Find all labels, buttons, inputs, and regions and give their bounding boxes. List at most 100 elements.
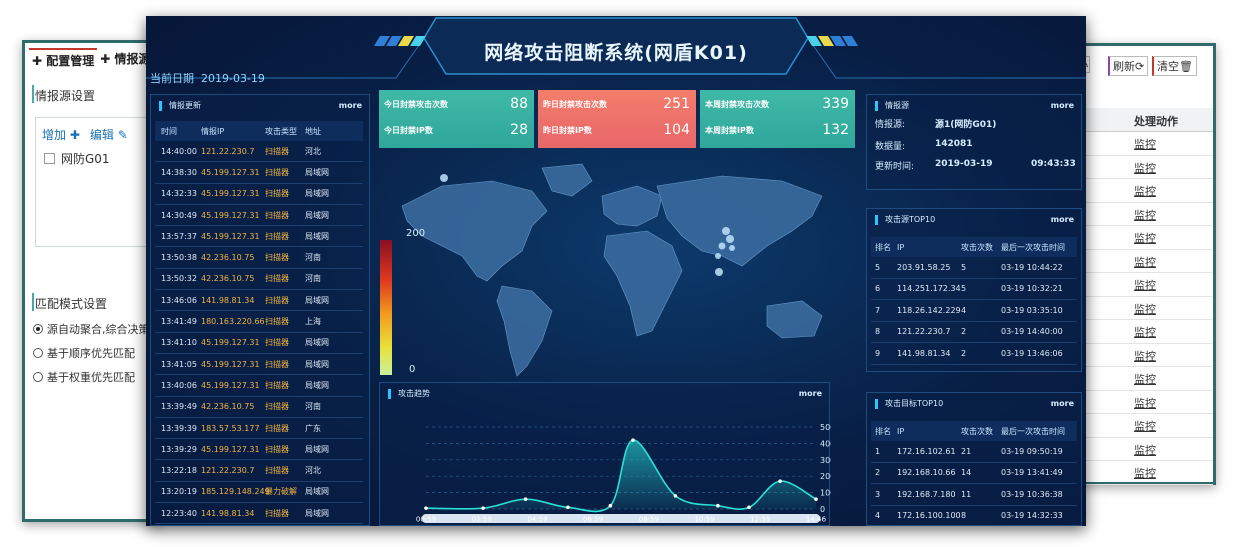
table-cell: 局域网 <box>305 338 329 348</box>
trend-panel: 攻击趋势 more 010020030040050000:5902:5904:5… <box>379 382 831 526</box>
radio-auto-aggregate[interactable]: 源自动聚合,综合决策 <box>33 321 150 337</box>
table-cell: 局域网 <box>305 487 329 497</box>
table-row: 13:39:49 42.236.10.75 扫描器 河南 <box>155 397 363 418</box>
table-row: 监控 <box>1078 132 1213 156</box>
table-cell: 118.26.142.229 <box>897 305 961 315</box>
more-link[interactable]: more <box>1051 101 1074 110</box>
stat-value: 28 <box>510 122 528 138</box>
table-cell: 45.199.127.31 <box>201 444 260 454</box>
table-cell: 203.91.58.25 <box>897 262 951 272</box>
table-cell: 14:40:00 <box>161 146 197 156</box>
table-cell: 6 <box>875 284 881 294</box>
monitor-link[interactable]: 监控 <box>1134 467 1156 480</box>
radio-icon <box>33 372 43 382</box>
radio-label: 源自动聚合,综合决策 <box>47 323 150 336</box>
monitor-link[interactable]: 监控 <box>1134 256 1156 269</box>
radio-weight[interactable]: 基于权重优先匹配 <box>33 369 135 385</box>
table-cell: 扫描器 <box>265 380 289 390</box>
table-cell: 14:32:33 <box>161 189 197 199</box>
refresh-button[interactable]: 刷新⟳ <box>1108 56 1149 76</box>
table-cell: 13:20:19 <box>161 487 197 497</box>
more-link[interactable]: more <box>1051 215 1074 224</box>
table-cell: 141.98.81.34 <box>897 348 951 358</box>
clear-button[interactable]: 清空🗑 <box>1152 56 1197 76</box>
table-cell: 180.163.220.66 <box>201 317 265 327</box>
monitor-link[interactable]: 监控 <box>1134 420 1156 433</box>
table-cell: 13:39:29 <box>161 444 197 454</box>
table-cell: 扫描器 <box>265 295 289 305</box>
table-cell: 03-19 14:32:33 <box>1001 511 1063 521</box>
table-cell: 扫描器 <box>265 231 289 241</box>
monitor-link[interactable]: 监控 <box>1134 138 1156 151</box>
stat-label: 本周封禁攻击次数 <box>705 99 769 109</box>
table-row: 14:38:30 45.199.127.31 扫描器 局域网 <box>155 162 363 184</box>
count-label: 数据量: <box>875 142 906 152</box>
stat-card: 本周封禁攻击次数 339 本周封禁IP数 132 <box>700 90 855 148</box>
monitor-link[interactable]: 监控 <box>1134 209 1156 222</box>
radio-sequence[interactable]: 基于顺序优先匹配 <box>33 345 135 361</box>
africa <box>603 230 683 337</box>
attack-source-top10-panel: 攻击源TOP10 more 排名 IP 攻击次数 最后一次攻击时间 5 203.91.58… <box>866 208 1082 372</box>
monitor-link[interactable]: 监控 <box>1134 279 1156 292</box>
table-cell: 扫描器 <box>265 466 289 476</box>
table-header: 排名 IP 攻击次数 最后一次攻击时间 <box>871 421 1077 441</box>
table-cell: 141.98.81.34 <box>201 508 255 518</box>
table-cell: 2 <box>961 348 967 358</box>
tree-item[interactable]: 网防G01 <box>44 150 110 167</box>
europe <box>601 185 663 227</box>
table-row: 监控 <box>1078 320 1213 344</box>
table-cell: 42.236.10.75 <box>201 253 255 263</box>
monitor-link[interactable]: 监控 <box>1134 350 1156 363</box>
monitor-link[interactable]: 监控 <box>1134 444 1156 457</box>
trend-point <box>523 497 528 501</box>
table-cell: 14:38:30 <box>161 167 197 177</box>
monitor-link[interactable]: 监控 <box>1134 397 1156 410</box>
edit-button[interactable]: 编辑 ✎ <box>90 126 128 143</box>
table-cell: 192.168.10.66 <box>897 468 956 478</box>
table-cell: 局域网 <box>305 508 329 518</box>
table-cell: 7 <box>875 305 881 315</box>
radio-icon <box>33 324 43 334</box>
table-cell: 183.57.53.177 <box>201 423 260 433</box>
monitor-link[interactable]: 监控 <box>1134 373 1156 386</box>
trend-point <box>814 497 818 501</box>
add-label: 增加 <box>42 128 67 142</box>
header-cell: 地址 <box>305 126 321 136</box>
add-button[interactable]: 增加 ✚ <box>42 126 80 143</box>
table-cell: 河北 <box>305 146 321 156</box>
checkbox[interactable] <box>44 153 55 164</box>
monitor-link[interactable]: 监控 <box>1134 326 1156 339</box>
trend-point <box>716 503 720 508</box>
section-title-match: 匹配模式设置 <box>35 297 108 311</box>
table-row: 监控 <box>1078 344 1213 367</box>
table-row: 8 121.22.230.7 2 03-19 14:40:00 <box>871 322 1077 343</box>
stat-card: 今日封禁攻击次数 88 今日封禁IP数 28 <box>379 90 534 148</box>
south-america <box>496 285 553 377</box>
table-cell: 45.199.127.31 <box>201 189 260 199</box>
table-cell: 03-19 10:36:38 <box>1001 489 1063 499</box>
x-tick-label: 10:59 <box>694 516 714 524</box>
y-tick-label: 0 <box>820 505 825 514</box>
monitor-link[interactable]: 监控 <box>1134 185 1156 198</box>
time-clock: 09:43:33 <box>1031 159 1076 169</box>
table-cell: 2 <box>875 468 881 478</box>
more-link[interactable]: more <box>339 101 362 110</box>
table-cell: 45.199.127.31 <box>201 380 260 390</box>
trend-point <box>631 438 635 442</box>
table-row: 13:46:06 141.98.81.34 扫描器 局域网 <box>155 290 363 312</box>
table-cell: 03-19 14:40:00 <box>1001 327 1063 337</box>
table-row: 14:40:00 121.22.230.7 扫描器 河北 <box>155 141 363 163</box>
table-cell: 扫描器 <box>265 210 289 220</box>
table-cell: 45.199.127.31 <box>201 210 260 220</box>
clear-label: 清空 <box>1157 60 1179 73</box>
monitor-link[interactable]: 监控 <box>1134 162 1156 175</box>
table-header: 排名 IP 攻击次数 最后一次攻击时间 <box>871 237 1077 257</box>
table-row: 13:50:32 42.236.10.75 扫描器 河南 <box>155 269 363 291</box>
monitor-link[interactable]: 监控 <box>1134 232 1156 245</box>
header-cell: 最后一次攻击时间 <box>1001 426 1065 436</box>
table-row: 7 118.26.142.229 4 03-19 03:35:10 <box>871 300 1077 322</box>
tab-config-management[interactable]: ✚ 配置管理 <box>29 48 98 71</box>
more-link[interactable]: more <box>1051 399 1074 408</box>
table-cell: 185.129.148.249 <box>201 487 270 497</box>
monitor-link[interactable]: 监控 <box>1134 303 1156 316</box>
